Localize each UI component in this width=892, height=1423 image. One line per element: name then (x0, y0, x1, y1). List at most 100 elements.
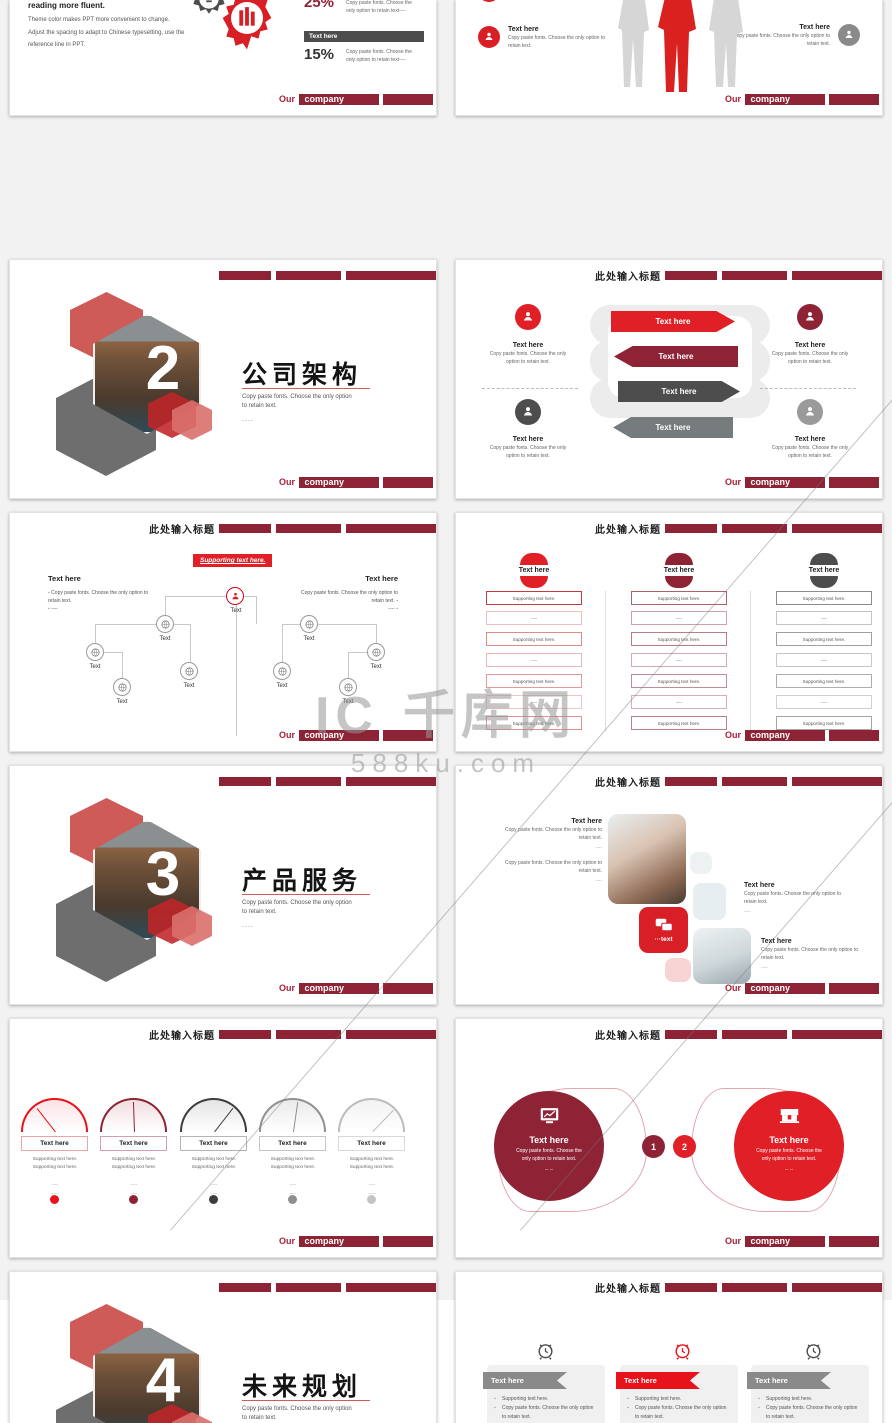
people-block-1-desc: Copy paste fonts. Choose the only option… (508, 0, 612, 3)
ribbon-card-3-bullets: Supporting text here. Copy paste fonts. … (758, 1395, 862, 1421)
column-2-row-4[interactable]: ---- (631, 653, 727, 667)
circle-right[interactable]: Text here Copy paste fonts. Choose the o… (734, 1091, 844, 1201)
org-node-l1[interactable] (156, 615, 174, 633)
gauge-1[interactable]: Text here Supporting text here. Supporti… (21, 1098, 88, 1204)
slide-section-2[interactable]: 2 公司架构 Copy paste fonts. Choose the only… (9, 259, 437, 499)
column-2-row-3[interactable]: Supporting text here. (631, 632, 727, 646)
column-2-lens-top (665, 553, 693, 565)
people-block-2: Text here Copy paste fonts. Choose the o… (508, 26, 612, 51)
gauge-2[interactable]: Text here Supporting text here. Supporti… (100, 1098, 167, 1204)
footer-bar-2 (829, 730, 879, 741)
supporting-pill[interactable]: Supporting text here. (193, 554, 273, 567)
column-1-row-1[interactable]: Supporting text here. (486, 591, 582, 605)
org-node-r4[interactable] (339, 678, 357, 696)
org-node-r3[interactable] (367, 643, 385, 661)
slide-orgchart[interactable]: 此处输入标题 Supporting text here. Text here ▪… (9, 512, 437, 752)
column-2-row-2[interactable]: ---- (631, 611, 727, 625)
slide-cell-3[interactable]: 2 公司架构 Copy paste fonts. Choose the only… (0, 253, 446, 506)
header-bar-1 (219, 524, 271, 533)
slide-gauges[interactable]: 此处输入标题 Text here Supporting text here. S… (9, 1018, 437, 1258)
column-1-head: Text here (484, 553, 584, 588)
header-bar-3 (346, 524, 436, 533)
org-left-bullet: Copy paste fonts. Choose the only option… (48, 590, 149, 604)
gauge-4[interactable]: Text here Supporting text here. Supporti… (259, 1098, 326, 1204)
ribbon-card-3-title: Text here (747, 1372, 831, 1389)
org-node-root[interactable] (226, 587, 244, 605)
circle-left[interactable]: Text here Copy paste fonts. Choose the o… (494, 1091, 604, 1201)
red-chat-card[interactable]: ···text (639, 907, 688, 953)
org-node-r2[interactable] (273, 662, 291, 680)
intro-paragraph: reading more fluent. Theme color makes P… (28, 0, 188, 51)
gauge-1-fill (23, 1100, 86, 1132)
slide-cell-8[interactable]: 此处输入标题 Text here Copy paste fonts. Choos… (446, 759, 892, 1012)
arrow-2[interactable]: Text here (614, 346, 738, 367)
org-node-l2[interactable] (86, 643, 104, 661)
column-2-row-6[interactable]: ---- (631, 695, 727, 709)
people-block-2-desc: Copy paste fonts. Choose the only option… (508, 35, 606, 49)
org-node-l4[interactable] (113, 678, 131, 696)
gauge-5-arc (338, 1098, 405, 1132)
slide-cell-4[interactable]: 此处输入标题 Text here Text here Text here Tex… (446, 253, 892, 506)
column-1-row-3[interactable]: Supporting text here. (486, 632, 582, 646)
column-1-row-5[interactable]: Supporting text here. (486, 674, 582, 688)
column-3-lens-bottom (810, 576, 838, 588)
column-3-row-3[interactable]: Supporting text here. (776, 632, 872, 646)
section-desc: Copy paste fonts. Choose the only option… (242, 1406, 352, 1421)
org-node-r1[interactable] (300, 615, 318, 633)
slide-cell-12[interactable]: 此处输入标题 Text here ▪ Supporting text here.… (446, 1265, 892, 1423)
slide-photo-cards[interactable]: 此处输入标题 Text here Copy paste fonts. Choos… (455, 765, 883, 1005)
org-right-dots: ---- (388, 606, 395, 612)
column-1-row-2[interactable]: ---- (486, 611, 582, 625)
arrow-1[interactable]: Text here (611, 311, 735, 332)
slide-cell-1[interactable]: reading more fluent. Theme color makes P… (0, 0, 446, 123)
slide-cell-6[interactable]: 此处输入标题 Text here Supporting text here. -… (446, 506, 892, 759)
column-3-row-5[interactable]: Supporting text here. (776, 674, 872, 688)
org-node-l3[interactable] (180, 662, 198, 680)
column-2-row-5[interactable]: Supporting text here. (631, 674, 727, 688)
slide-cell-2[interactable]: Text here Copy paste fonts. Choose the o… (446, 0, 892, 123)
slide-two-circles[interactable]: 此处输入标题 Text here Copy paste fonts. Choos… (455, 1018, 883, 1258)
column-3-row-2[interactable]: ---- (776, 611, 872, 625)
arrow-4[interactable]: Text here (613, 417, 733, 438)
column-2-row-7[interactable]: Supporting text here. (631, 716, 727, 730)
arrow-4-label: Text here (655, 423, 691, 432)
column-3-row-1[interactable]: Supporting text here. (776, 591, 872, 605)
gauge-1-support-2: Supporting text here. (32, 1165, 78, 1171)
header-bar-1 (665, 524, 717, 533)
slide-cell-7[interactable]: 3 产品服务 Copy paste fonts. Choose the only… (0, 759, 446, 1012)
ribbon-card-2-bullets: Supporting text here. Copy paste fonts. … (627, 1395, 731, 1421)
column-1-row-4[interactable]: ---- (486, 653, 582, 667)
org-node-l1-label: Text (159, 636, 171, 642)
column-1-row-7[interactable]: Supporting text here. (486, 716, 582, 730)
slide-section-3[interactable]: 3 产品服务 Copy paste fonts. Choose the only… (9, 765, 437, 1005)
slide-people[interactable]: Text here Copy paste fonts. Choose the o… (455, 0, 883, 116)
slide-intro-gears[interactable]: reading more fluent. Theme color makes P… (9, 0, 437, 116)
column-2-row-1[interactable]: Supporting text here. (631, 591, 727, 605)
slide-three-columns[interactable]: 此处输入标题 Text here Supporting text here. -… (455, 512, 883, 752)
slide-arrows[interactable]: 此处输入标题 Text here Text here Text here Tex… (455, 259, 883, 499)
header-bar-3 (792, 524, 882, 533)
slide-cell-10[interactable]: 此处输入标题 Text here Copy paste fonts. Choos… (446, 1012, 892, 1265)
intro-paragraph-head: reading more fluent. (28, 1, 105, 10)
slide-cell-11[interactable]: 4 未来规划 Copy paste fonts. Choose the only… (0, 1265, 446, 1423)
footer-bar-2 (829, 983, 879, 994)
column-divider-1 (605, 591, 606, 731)
column-3-row-7[interactable]: Supporting text here. (776, 716, 872, 730)
slide-ribbon-cards[interactable]: 此处输入标题 Text here ▪ Supporting text here.… (455, 1271, 883, 1423)
arrow-side-4-title: Text here (794, 436, 826, 443)
slide-cell-9[interactable]: 此处输入标题 Text here Supporting text here. S… (0, 1012, 446, 1265)
column-1-row-6[interactable]: ---- (486, 695, 582, 709)
slide-section-4[interactable]: 4 未来规划 Copy paste fonts. Choose the only… (9, 1271, 437, 1423)
section-desc: Copy paste fonts. Choose the only option… (242, 900, 352, 915)
person-icon-1 (515, 304, 541, 330)
slide-cell-5[interactable]: 此处输入标题 Supporting text here. Text here ▪… (0, 506, 446, 759)
section-dots: ---- (242, 924, 254, 930)
footer-our-label: Our (278, 983, 295, 993)
gauge-3[interactable]: Text here Supporting text here. Supporti… (180, 1098, 247, 1204)
column-3-row-6[interactable]: ---- (776, 695, 872, 709)
header-title: 此处输入标题 (149, 525, 215, 536)
arrow-3[interactable]: Text here (618, 381, 740, 402)
circle-right-dots: -- -- (784, 1166, 794, 1173)
gauge-5[interactable]: Text here Supporting text here. Supporti… (338, 1098, 405, 1204)
column-3-row-4[interactable]: ---- (776, 653, 872, 667)
